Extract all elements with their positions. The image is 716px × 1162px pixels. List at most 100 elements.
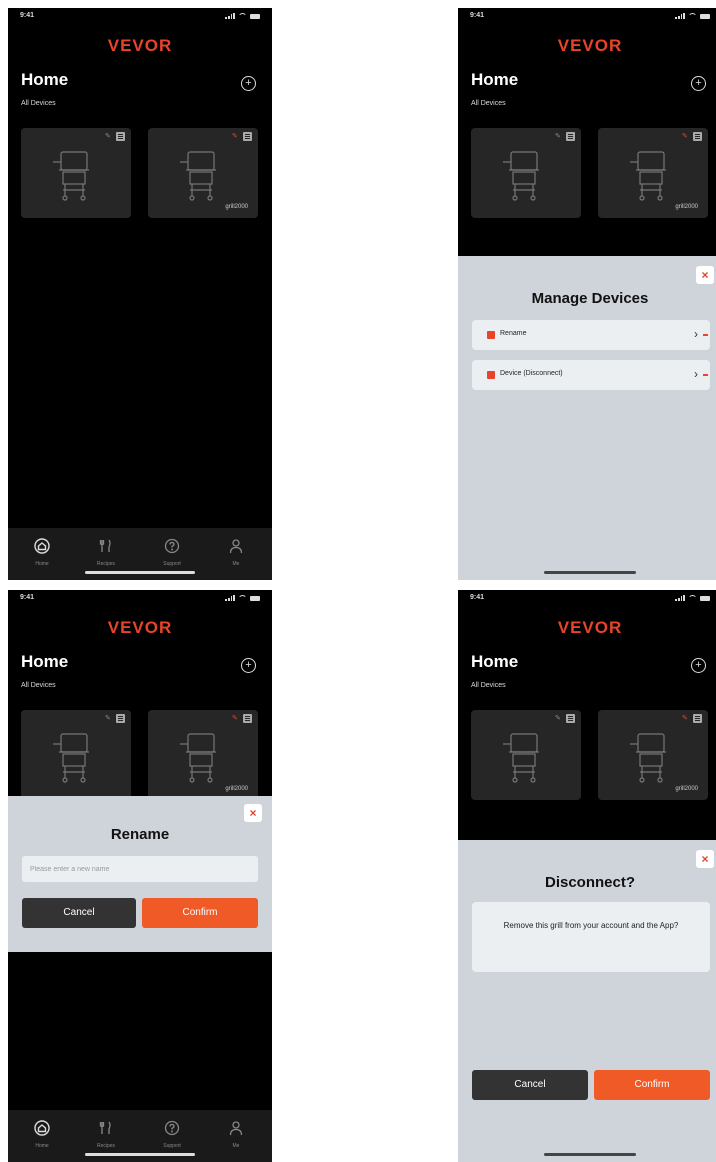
device-filter-label[interactable]: All Devices: [21, 682, 56, 689]
rename-icon: [487, 331, 495, 339]
battery-icon: [250, 13, 260, 19]
edit-icon[interactable]: ✎: [232, 714, 240, 722]
close-button[interactable]: ×: [696, 266, 714, 284]
cancel-button[interactable]: Cancel: [22, 898, 136, 928]
device-card[interactable]: ✎ grill2000: [148, 710, 258, 800]
menu-icon[interactable]: [116, 714, 125, 723]
rename-input[interactable]: [22, 856, 258, 882]
close-button[interactable]: ×: [696, 850, 714, 868]
device-card[interactable]: ✎: [471, 128, 581, 218]
manage-item-label: Rename: [500, 330, 527, 337]
add-device-button[interactable]: +: [241, 76, 256, 91]
tab-support[interactable]: Support: [152, 538, 192, 567]
chevron-right-icon: ›: [694, 367, 698, 381]
help-icon: [164, 1120, 180, 1136]
vevor-logo: VEVOR: [107, 618, 173, 637]
confirm-button[interactable]: Confirm: [594, 1070, 710, 1100]
signal-icon: [225, 13, 235, 19]
tab-me[interactable]: Me: [216, 538, 256, 567]
device-name: grill2000: [675, 786, 698, 792]
status-time: 9:41: [470, 12, 485, 19]
menu-icon[interactable]: [693, 714, 702, 723]
fork-knife-icon: [99, 539, 111, 552]
home-screen: 9:41 VEVOR Home All Devices + ✎ ✎ grill2…: [8, 8, 272, 580]
edit-icon[interactable]: ✎: [105, 132, 113, 140]
device-filter-label[interactable]: All Devices: [21, 100, 56, 107]
page-title: Home: [21, 652, 69, 671]
edit-icon[interactable]: ✎: [682, 714, 690, 722]
tab-recipes[interactable]: Recipes: [86, 538, 126, 567]
plus-circle-icon: +: [695, 77, 702, 89]
edit-icon[interactable]: ✎: [555, 132, 563, 140]
device-card[interactable]: ✎ grill2000: [148, 128, 258, 218]
menu-icon[interactable]: [566, 132, 575, 141]
status-bar: 9:41: [8, 590, 272, 610]
status-time: 9:41: [470, 594, 485, 601]
tab-recipes[interactable]: Recipes: [86, 1120, 126, 1149]
close-icon: ×: [701, 852, 709, 866]
tab-label: Recipes: [96, 1143, 116, 1149]
rename-screen: 9:41 VEVOR Home All Devices + ✎ ✎ grill2…: [8, 590, 272, 1162]
grill-icon: [630, 151, 666, 201]
edit-icon[interactable]: ✎: [555, 714, 563, 722]
tab-home[interactable]: Home: [22, 538, 62, 567]
close-button[interactable]: ×: [244, 804, 262, 822]
tab-me[interactable]: Me: [216, 1120, 256, 1149]
user-icon: [229, 539, 243, 554]
device-card[interactable]: ✎: [21, 128, 131, 218]
menu-icon[interactable]: [243, 132, 252, 141]
plus-circle-icon: +: [245, 77, 252, 89]
add-device-button[interactable]: +: [241, 658, 256, 673]
disconnect-screen: 9:41 VEVOR Home All Devices + ✎ ✎ grill2…: [458, 590, 716, 1162]
menu-icon[interactable]: [693, 132, 702, 141]
menu-icon[interactable]: [566, 714, 575, 723]
manage-item-rename[interactable]: Rename ›: [472, 320, 710, 350]
home-indicator: [85, 571, 195, 574]
tab-support[interactable]: Support: [152, 1120, 192, 1149]
home-indicator: [544, 571, 636, 574]
vevor-logo: VEVOR: [107, 36, 173, 55]
cancel-button[interactable]: Cancel: [472, 1070, 588, 1100]
help-icon: [164, 538, 180, 554]
battery-icon: [700, 13, 710, 19]
edit-icon[interactable]: ✎: [232, 132, 240, 140]
signal-icon: [225, 595, 235, 601]
edit-icon[interactable]: ✎: [682, 132, 690, 140]
add-device-button[interactable]: +: [691, 658, 706, 673]
tab-label: Support: [163, 1143, 181, 1149]
status-bar: 9:41: [8, 8, 272, 28]
manage-item-disconnect[interactable]: Device (Disconnect) ›: [472, 360, 710, 390]
tab-home[interactable]: Home: [22, 1120, 62, 1149]
home-icon: [34, 538, 50, 554]
device-filter-label[interactable]: All Devices: [471, 682, 506, 689]
tab-bar: Home Recipes Support Me: [8, 528, 272, 580]
close-icon: ×: [249, 806, 257, 820]
tab-label: Home: [35, 1143, 49, 1149]
vevor-logo: VEVOR: [557, 36, 623, 55]
confirm-button[interactable]: Confirm: [142, 898, 258, 928]
status-bar: 9:41: [458, 590, 716, 610]
edit-icon[interactable]: ✎: [105, 714, 113, 722]
home-indicator: [85, 1153, 195, 1156]
grill-icon: [53, 151, 89, 201]
device-card[interactable]: ✎ grill2000: [598, 128, 708, 218]
plus-circle-icon: +: [695, 659, 702, 671]
menu-icon[interactable]: [116, 132, 125, 141]
menu-icon[interactable]: [243, 714, 252, 723]
wifi-icon: [688, 13, 697, 19]
device-name: grill2000: [675, 204, 698, 210]
home-indicator: [544, 1153, 636, 1156]
device-card[interactable]: ✎: [21, 710, 131, 800]
status-time: 9:41: [20, 594, 35, 601]
signal-icon: [675, 595, 685, 601]
grill-icon: [180, 151, 216, 201]
tab-label: Support: [163, 561, 181, 567]
sheet-title: Manage Devices: [531, 290, 649, 307]
page-title: Home: [21, 70, 69, 89]
add-device-button[interactable]: +: [691, 76, 706, 91]
wifi-icon: [238, 13, 247, 19]
device-card[interactable]: ✎: [471, 710, 581, 800]
device-filter-label[interactable]: All Devices: [471, 100, 506, 107]
device-card[interactable]: ✎ grill2000: [598, 710, 708, 800]
fork-knife-icon: [99, 1121, 111, 1134]
